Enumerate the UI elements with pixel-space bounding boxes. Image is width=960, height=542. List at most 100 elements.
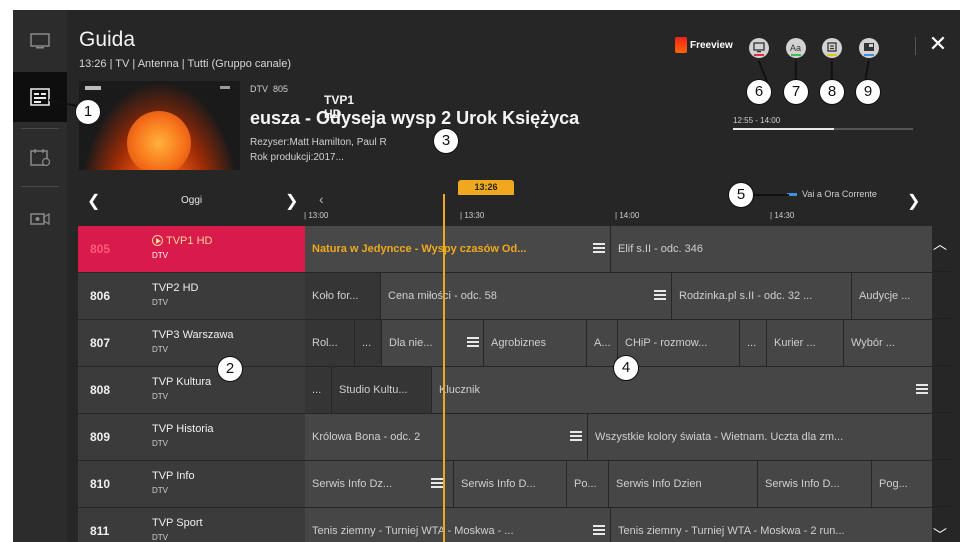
channel-name: TVP Sport: [152, 517, 203, 529]
program-cell[interactable]: Wybór ...: [844, 320, 933, 366]
text-size-icon: Aa: [790, 43, 801, 53]
channel-cell[interactable]: 807 TVP3 Warszawa DTV: [78, 320, 305, 366]
program-cell[interactable]: Cena miłości - odc. 58: [381, 273, 672, 319]
program-progress-bar: [733, 128, 913, 130]
nav-guide-button[interactable]: [13, 72, 67, 122]
guide-grid: 805 TVP1 HD DTV Natura w Jedyncce - Wysp…: [78, 226, 951, 542]
channel-type: DTV: [152, 486, 168, 495]
timeline-forward-button[interactable]: ❯: [907, 191, 920, 211]
program-cell[interactable]: Po...: [567, 461, 609, 507]
channel-row[interactable]: 809 TVP Historia DTV Królowa Bona - odc.…: [78, 414, 951, 460]
close-button[interactable]: ✕: [927, 33, 949, 56]
program-cell[interactable]: Serwis Info Dzien: [609, 461, 758, 507]
channel-type: DTV: [152, 298, 168, 307]
svg-text:Aa: Aa: [790, 43, 801, 53]
recordings-icon: [30, 212, 50, 226]
program-cell[interactable]: Królowa Bona - odc. 2: [305, 414, 588, 460]
channel-cell[interactable]: 808 TVP Kultura DTV: [78, 367, 305, 413]
view-mode-button[interactable]: [859, 38, 879, 58]
play-icon: [152, 235, 163, 246]
program-cell[interactable]: Rol...: [305, 320, 355, 366]
program-cell[interactable]: Kurier ...: [767, 320, 844, 366]
timeline-back-button[interactable]: ‹: [319, 191, 324, 207]
program-title: eusza - Odyseja wysp 2 Urok Księżyca: [250, 108, 580, 128]
program-cell[interactable]: A...: [587, 320, 618, 366]
channel-type: DTV: [152, 533, 168, 542]
program-cell[interactable]: Serwis Info D...: [758, 461, 872, 507]
scroll-down-button[interactable]: ﹀: [933, 525, 947, 542]
menu-icon[interactable]: [431, 478, 443, 488]
current-time-marker: 13:26: [458, 180, 514, 195]
previous-day-button[interactable]: ❮: [87, 191, 100, 211]
callout-3: 3: [433, 128, 459, 154]
channel-row[interactable]: 806 TVP2 HD DTV Koło for... Cena miłości…: [78, 273, 951, 319]
nav-recordings-button[interactable]: [13, 194, 67, 244]
program-cell[interactable]: Rodzinka.pl s.II - odc. 32 ...: [672, 273, 852, 319]
channel-cell[interactable]: 805 TVP1 HD DTV: [78, 226, 305, 272]
search-text-button[interactable]: Aa: [786, 38, 806, 58]
program-cell[interactable]: Wszystkie kolory świata - Wietnam. Uczta…: [588, 414, 933, 460]
program-director: Rezyser:Matt Hamilton, Paul R: [250, 137, 387, 148]
program-cell[interactable]: Klucznik: [432, 367, 933, 413]
program-cell[interactable]: Audycje ...: [852, 273, 933, 319]
channel-name: TVP Kultura: [152, 376, 212, 388]
menu-icon[interactable]: [654, 290, 666, 300]
callout-8: 8: [819, 79, 845, 105]
program-cell[interactable]: Koło for...: [305, 273, 381, 319]
green-key-indicator: [791, 54, 801, 56]
channel-row[interactable]: 807 TVP3 Warszawa DTV Rol... ... Dla nie…: [78, 320, 951, 366]
menu-icon[interactable]: [593, 525, 605, 535]
channel-number: 808: [90, 383, 111, 397]
guide-icon: [30, 88, 50, 106]
channel-row[interactable]: 808 TVP Kultura DTV ... Studio Kultu... …: [78, 367, 951, 413]
program-source: DTV: [250, 84, 268, 94]
nav-schedule-button[interactable]: [13, 132, 67, 182]
program-cell[interactable]: ...: [355, 320, 382, 366]
program-cell[interactable]: Tenis ziemny - Turniej WTA - Moskwa - ..…: [305, 508, 611, 542]
page-subtitle: 13:26 | TV | Antenna | Tutti (Gruppo can…: [79, 58, 291, 70]
program-year: Rok produkcji:2017...: [250, 152, 344, 163]
header-divider: [915, 37, 916, 55]
menu-icon[interactable]: [916, 384, 928, 394]
tv-icon: [30, 33, 50, 49]
nav-tv-button[interactable]: [13, 16, 67, 66]
channel-row[interactable]: 811 TVP Sport DTV Tenis ziemny - Turniej…: [78, 508, 951, 542]
freeview-logo: Freeview: [675, 37, 733, 53]
blue-key-indicator: [864, 54, 874, 56]
channel-type: DTV: [152, 439, 168, 448]
program-time-range: 12:55 - 14:00: [733, 116, 781, 125]
next-day-button[interactable]: ❯: [285, 191, 298, 211]
program-cell[interactable]: Agrobiznes: [484, 320, 587, 366]
side-nav: [13, 10, 67, 542]
record-schedule-button[interactable]: [749, 38, 769, 58]
menu-icon[interactable]: [593, 243, 605, 253]
channel-cell[interactable]: 810 TVP Info DTV: [78, 461, 305, 507]
channel-row[interactable]: 810 TVP Info DTV Serwis Info Dz... Serwi…: [78, 461, 951, 507]
program-cell[interactable]: ...: [305, 367, 332, 413]
program-cell[interactable]: Natura w Jedyncce - Wyspy czasów Od...: [305, 226, 611, 272]
program-cell[interactable]: Studio Kultu...: [332, 367, 432, 413]
channel-cell[interactable]: 809 TVP Historia DTV: [78, 414, 305, 460]
record-icon: [753, 42, 765, 53]
channel-list-button[interactable]: [822, 38, 842, 58]
scroll-up-button[interactable]: ︿: [933, 234, 947, 254]
program-channel-info: DTV 805 TVP1 HD: [250, 84, 354, 121]
program-cell[interactable]: Elif s.II - odc. 346: [611, 226, 933, 272]
channel-cell[interactable]: 806 TVP2 HD DTV: [78, 273, 305, 319]
sunset-image: [127, 111, 191, 170]
program-cell[interactable]: Tenis ziemny - Turniej WTA - Moskwa - 2 …: [611, 508, 933, 542]
time-tick: | 13:00: [304, 211, 329, 220]
go-to-current-time-button[interactable]: Vai a Ora Corrente: [787, 189, 877, 199]
menu-icon[interactable]: [467, 337, 479, 347]
program-cell[interactable]: Pog...: [872, 461, 933, 507]
callout-5: 5: [728, 182, 754, 208]
time-tick: | 14:30: [770, 211, 795, 220]
channel-row[interactable]: 805 TVP1 HD DTV Natura w Jedyncce - Wysp…: [78, 226, 951, 272]
program-cell[interactable]: ...: [740, 320, 767, 366]
program-preview-thumbnail: [79, 81, 240, 170]
menu-icon[interactable]: [570, 431, 582, 441]
channel-cell[interactable]: 811 TVP Sport DTV: [78, 508, 305, 542]
program-cell[interactable]: Serwis Info D...: [454, 461, 567, 507]
channel-name: TVP1 HD: [152, 235, 212, 247]
program-progress-fill: [733, 128, 834, 130]
